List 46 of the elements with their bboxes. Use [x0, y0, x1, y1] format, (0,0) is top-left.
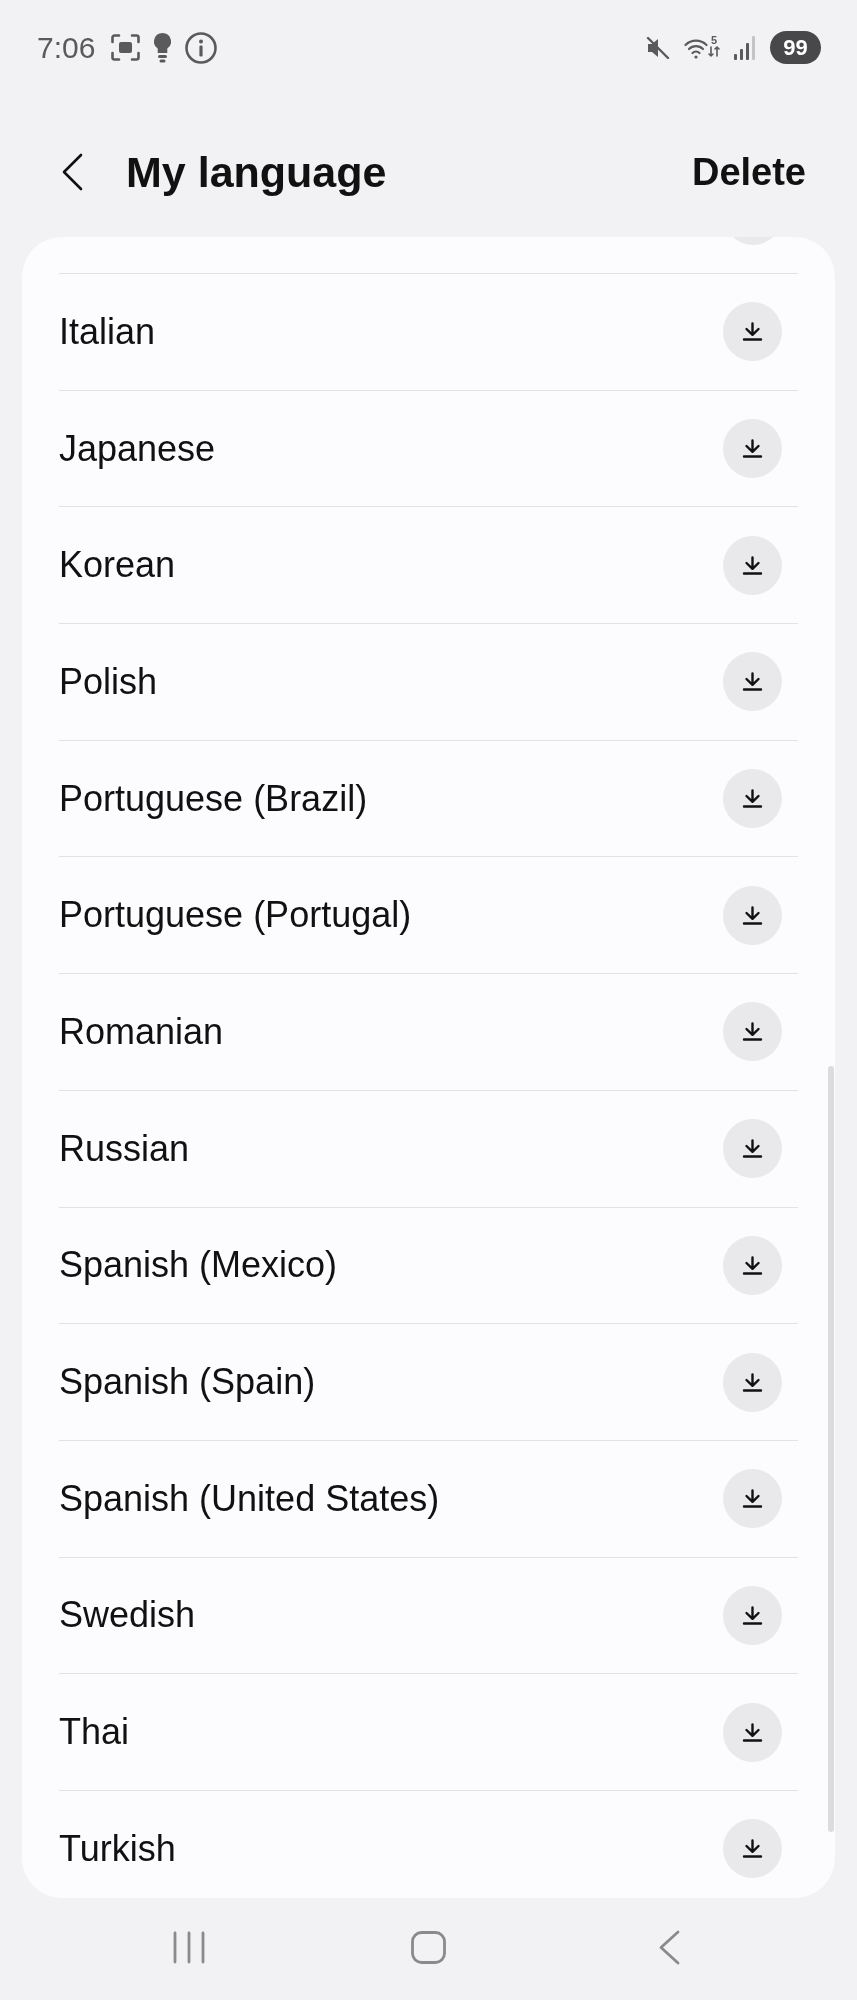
page-title: My language: [126, 147, 388, 197]
language-name: Spanish (Mexico): [59, 1244, 338, 1287]
language-name: Spanish (United States): [59, 1477, 440, 1520]
back-nav-button[interactable]: [657, 1929, 680, 1965]
data-arrows-icon: [708, 45, 720, 57]
download-icon: [742, 1255, 763, 1275]
delete-button[interactable]: Delete: [691, 150, 806, 194]
language-name: Russian: [59, 1127, 190, 1170]
language-name: Turkish: [59, 1827, 176, 1870]
recent-apps-button[interactable]: [172, 1930, 205, 1964]
status-time: 7:06: [37, 30, 96, 65]
download-icon: [742, 789, 763, 809]
info-icon: [185, 31, 218, 64]
download-icon: [742, 1139, 763, 1159]
download-icon: [742, 1722, 763, 1742]
language-name: Romanian: [59, 1010, 224, 1053]
download-icon: [742, 322, 763, 342]
download-icon: [742, 439, 763, 459]
download-icon: [742, 905, 763, 925]
signal-icon: [734, 35, 756, 60]
language-name: Portuguese (Portugal): [59, 894, 412, 937]
language-name: Swedish: [59, 1594, 196, 1637]
mute-icon: [646, 36, 670, 59]
recent-apps-icon: [172, 1930, 205, 1964]
download-icon: [742, 555, 763, 575]
download-icon: [742, 672, 763, 692]
download-icon: [742, 1372, 763, 1392]
language-name: Thai: [59, 1711, 130, 1754]
download-icon: [742, 1839, 763, 1859]
language-name: Korean: [59, 544, 176, 587]
download-icon: [742, 1022, 763, 1042]
lightbulb-icon: [154, 32, 172, 63]
battery-level: 99: [770, 31, 821, 64]
wifi-band-label: 5: [710, 34, 718, 46]
home-button[interactable]: [411, 1930, 446, 1964]
language-name: Spanish (Spain): [59, 1361, 316, 1404]
language-name: Italian: [59, 310, 156, 353]
back-chevron-icon: [657, 1929, 680, 1965]
home-icon: [411, 1930, 446, 1964]
language-name: Portuguese (Brazil): [59, 777, 368, 820]
download-icon: [742, 1489, 763, 1509]
download-icon: [742, 1605, 763, 1625]
language-name: Polish: [59, 660, 158, 703]
back-chevron-icon: [61, 153, 83, 191]
language-name: Japanese: [59, 427, 216, 470]
screenshot-icon: [111, 34, 141, 61]
